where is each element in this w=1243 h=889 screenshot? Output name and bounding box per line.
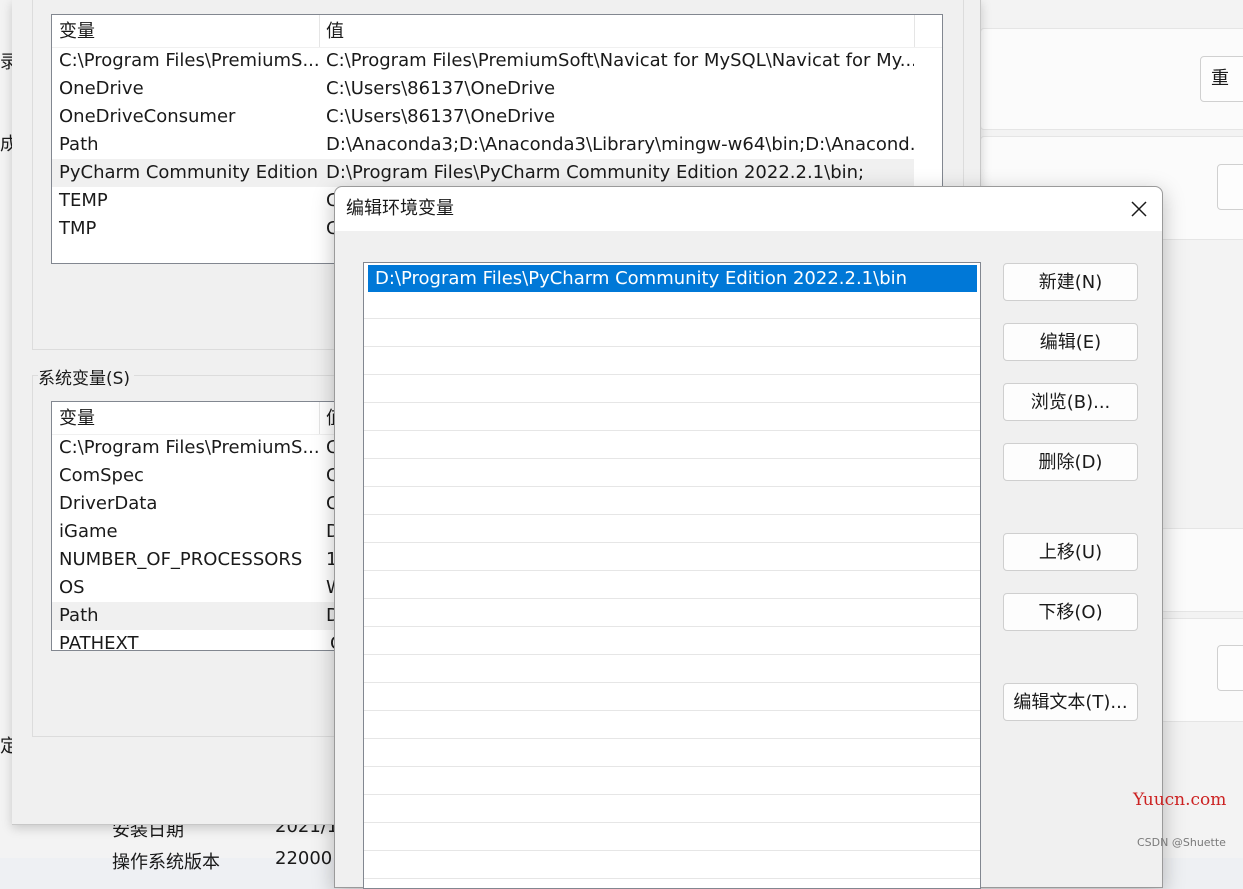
path-entry-empty[interactable] [364, 376, 980, 403]
var-value: C:\Users\86137\OneDrive [326, 78, 556, 99]
site-watermark: Yuucn.com [1133, 790, 1227, 810]
column-header-value[interactable]: 值 [319, 15, 914, 47]
var-name: OneDrive [59, 78, 144, 99]
path-entry-empty[interactable] [364, 824, 980, 851]
path-entry-empty[interactable] [364, 684, 980, 711]
path-entry-empty[interactable] [364, 656, 980, 683]
var-value: D:\Program Files\PyCharm Community Editi… [326, 162, 865, 183]
var-name: PATHEXT [59, 633, 139, 651]
path-entry-empty[interactable] [364, 600, 980, 627]
user-var-row[interactable]: OneDriveConsumer C:\Users\86137\OneDrive [52, 103, 942, 131]
column-separator [914, 15, 915, 47]
background-button-3[interactable] [1217, 645, 1243, 691]
path-entry-empty[interactable] [364, 460, 980, 487]
edit-button[interactable]: 编辑(E) [1003, 323, 1138, 361]
user-var-row[interactable]: OneDrive C:\Users\86137\OneDrive [52, 75, 942, 103]
var-value: D:\Anaconda3;D:\Anaconda3\Library\mingw-… [326, 134, 914, 155]
var-name: ComSpec [59, 465, 144, 486]
path-entry-empty[interactable] [364, 544, 980, 571]
var-name: DriverData [59, 493, 158, 514]
user-var-row[interactable]: Path D:\Anaconda3;D:\Anaconda3\Library\m… [52, 131, 942, 159]
path-entry-empty[interactable] [364, 432, 980, 459]
column-header-variable[interactable]: 变量 [52, 402, 319, 434]
background-restart-button[interactable]: 重 [1200, 56, 1243, 102]
edit-env-variable-dialog: 编辑环境变量 D:\Program Files\PyCharm Communit… [334, 186, 1163, 889]
path-entry-empty[interactable] [364, 348, 980, 375]
var-name: TMP [59, 218, 97, 239]
system-variables-label: 系统变量(S) [38, 364, 135, 389]
path-entry-empty[interactable] [364, 572, 980, 599]
var-name: OS [59, 577, 85, 598]
path-entry-text: D:\Program Files\PyCharm Community Editi… [375, 268, 908, 289]
var-name: OneDriveConsumer [59, 106, 236, 127]
path-entry-empty[interactable] [364, 320, 980, 347]
path-entry-empty[interactable] [364, 516, 980, 543]
var-name: Path [59, 134, 99, 155]
path-entry-empty[interactable] [364, 488, 980, 515]
path-entries-list[interactable]: D:\Program Files\PyCharm Community Editi… [363, 262, 981, 889]
close-icon [1131, 201, 1147, 217]
path-entry-empty[interactable] [364, 740, 980, 767]
path-entry-empty[interactable] [364, 628, 980, 655]
path-entry-empty[interactable] [364, 292, 980, 319]
column-header-variable[interactable]: 变量 [52, 15, 319, 47]
edit-text-button[interactable]: 编辑文本(T)... [1003, 683, 1138, 721]
background-card-3 [1160, 528, 1243, 612]
var-name: PyCharm Community Edition [59, 162, 319, 183]
var-value: C:\Users\86137\OneDrive [326, 106, 556, 127]
var-name: iGame [59, 521, 118, 542]
os-version-value: 22000 [275, 848, 333, 869]
path-entry-empty[interactable] [364, 404, 980, 431]
path-entry-selected[interactable]: D:\Program Files\PyCharm Community Editi… [368, 265, 977, 292]
var-name: Path [59, 605, 99, 626]
os-version-label: 操作系统版本 [112, 852, 220, 873]
new-button[interactable]: 新建(N) [1003, 263, 1138, 301]
user-var-row[interactable]: C:\Program Files\PremiumS... C:\Program … [52, 47, 942, 75]
dialog-title-bar[interactable]: 编辑环境变量 [335, 187, 1162, 231]
delete-button[interactable]: 删除(D) [1003, 443, 1138, 481]
dialog-title: 编辑环境变量 [346, 198, 454, 219]
background-button-2[interactable] [1217, 164, 1243, 210]
var-name: C:\Program Files\PremiumS... [59, 50, 319, 71]
background-restart-label: 重 [1211, 68, 1229, 89]
user-var-row-selected[interactable]: PyCharm Community Edition D:\Program Fil… [52, 159, 914, 187]
move-down-button[interactable]: 下移(O) [1003, 593, 1138, 631]
path-entry-empty[interactable] [364, 796, 980, 823]
path-entry-empty[interactable] [364, 712, 980, 739]
credit-watermark: CSDN @Shuette [1137, 836, 1226, 849]
close-button[interactable] [1116, 187, 1162, 231]
path-entry-empty[interactable] [364, 768, 980, 795]
user-variables-header: 变量 值 [52, 15, 942, 48]
browse-button[interactable]: 浏览(B)... [1003, 383, 1138, 421]
var-value: C:\Program Files\PremiumSoft\Navicat for… [326, 50, 914, 71]
var-name: C:\Program Files\PremiumS... [59, 437, 319, 458]
var-name: TEMP [59, 190, 108, 211]
path-entry-empty[interactable] [364, 852, 980, 879]
var-name: NUMBER_OF_PROCESSORS [59, 549, 303, 570]
move-up-button[interactable]: 上移(U) [1003, 533, 1138, 571]
